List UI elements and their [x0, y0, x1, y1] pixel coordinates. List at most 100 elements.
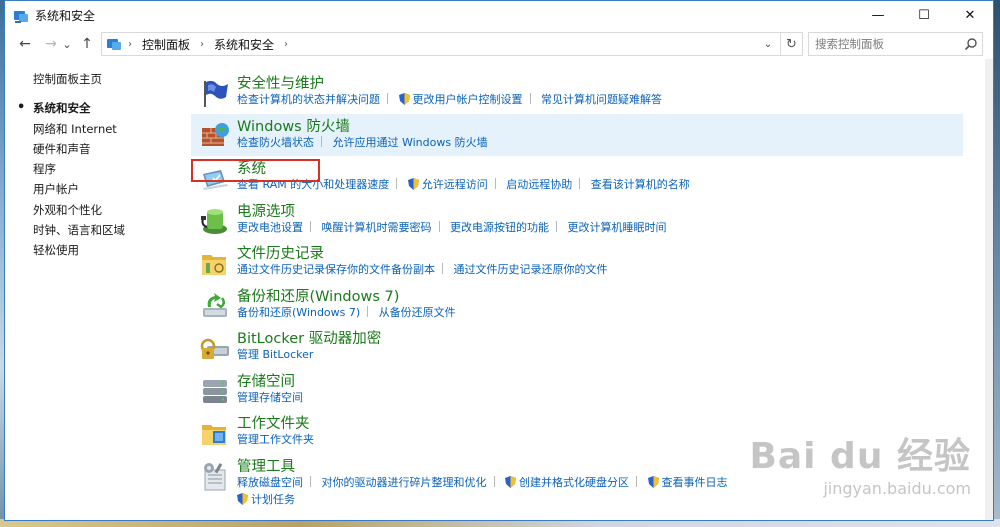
nav-system-security[interactable]: 系统和安全 [5, 98, 185, 118]
category-title[interactable]: 备份和还原(Windows 7) [237, 284, 963, 306]
link-free-disk-space[interactable]: 释放磁盘空间 [237, 476, 303, 489]
breadcrumb-chevron-icon[interactable]: › [200, 39, 204, 50]
nav-programs[interactable]: 程序 [5, 159, 185, 179]
bitlocker-drive-icon [200, 338, 229, 359]
window-title: 系统和安全 [35, 9, 96, 23]
category-windows-firewall: Windows 防火墙 检查防火墙状态 允许应用通过 Windows 防火墙 [191, 113, 963, 156]
category-file-history: 文件历史记录 通过文件历史记录保存你的文件备份副本 通过文件历史记录还原你的文件 [191, 241, 963, 284]
link-require-password[interactable]: 唤醒计算机时需要密码 [322, 221, 432, 234]
link-save-backup-copies[interactable]: 通过文件历史记录保存你的文件备份副本 [237, 263, 435, 276]
link-restore-files[interactable]: 通过文件历史记录还原你的文件 [454, 263, 608, 276]
category-links: 查看 RAM 的大小和处理器速度 允许远程访问 启动远程协助 查看该计算机的名称 [237, 178, 963, 192]
window-controls: — ☐ ✕ [855, 1, 993, 30]
nav-user-accounts[interactable]: 用户帐户 [5, 179, 185, 199]
link-allow-remote[interactable]: 允许远程访问 [422, 178, 488, 191]
category-title[interactable]: Windows 防火墙 [237, 114, 963, 136]
link-battery-settings[interactable]: 更改电池设置 [237, 221, 303, 234]
search-box [808, 32, 983, 56]
back-button[interactable]: ← [15, 32, 35, 56]
link-sleep-time[interactable]: 更改计算机睡眠时间 [568, 221, 667, 234]
storage-spaces-icon [203, 379, 227, 403]
watermark-logo: Bai du 经验 [749, 436, 971, 477]
nav-ease-of-access[interactable]: 轻松使用 [5, 240, 185, 260]
category-title[interactable]: BitLocker 驱动器加密 [237, 326, 963, 348]
uac-shield-icon [647, 475, 659, 488]
category-links: 检查计算机的状态并解决问题 更改用户帐户控制设置 常见计算机问题疑难解答 [237, 93, 963, 107]
category-storage-spaces: 存储空间 管理存储空间 [191, 369, 963, 412]
vertical-scrollbar[interactable] [985, 59, 993, 520]
link-check-firewall[interactable]: 检查防火墙状态 [237, 136, 314, 149]
link-manage-bitlocker[interactable]: 管理 BitLocker [237, 348, 313, 361]
link-remote-assistance[interactable]: 启动远程协助 [506, 178, 572, 191]
link-check-status[interactable]: 检查计算机的状态并解决问题 [237, 93, 380, 106]
category-title[interactable]: 系统 [237, 156, 963, 178]
link-create-format-partitions[interactable]: 创建并格式化硬盘分区 [519, 476, 629, 489]
minimize-button[interactable]: — [855, 1, 901, 30]
link-restore-from-backup[interactable]: 从备份还原文件 [379, 306, 456, 319]
control-panel-location-icon [107, 39, 121, 50]
link-view-event-logs[interactable]: 查看事件日志 [662, 476, 728, 489]
admin-tools-icon [204, 462, 226, 490]
category-power-options: 电源选项 更改电池设置 唤醒计算机时需要密码 更改电源按钮的功能 更改计算机睡眠… [191, 199, 963, 242]
maximize-button[interactable]: ☐ [901, 1, 947, 30]
backup-restore-icon [203, 292, 227, 317]
link-defragment[interactable]: 对你的驱动器进行碎片整理和优化 [322, 476, 487, 489]
uac-shield-icon [398, 93, 410, 105]
forward-button[interactable]: → [41, 32, 61, 56]
category-links: 管理 BitLocker [237, 348, 963, 362]
link-troubleshoot[interactable]: 常见计算机问题疑难解答 [541, 93, 662, 106]
firewall-brick-icon [202, 122, 229, 146]
category-links: 通过文件历史记录保存你的文件备份副本 通过文件历史记录还原你的文件 [237, 263, 963, 277]
category-links: 备份和还原(Windows 7) 从备份还原文件 [237, 305, 963, 320]
uac-shield-icon [237, 492, 248, 505]
category-links: 检查防火墙状态 允许应用通过 Windows 防火墙 [237, 135, 963, 150]
uac-shield-icon [505, 475, 516, 488]
watermark-url: jingyan.baidu.com [823, 479, 971, 498]
nav-hardware-sound[interactable]: 硬件和声音 [5, 139, 185, 159]
address-row: ← → ⌄ ↑ › 控制面板 › 系统和安全 › ⌄ ↻ [5, 30, 993, 58]
link-allow-app-firewall[interactable]: 允许应用通过 Windows 防火墙 [333, 136, 488, 149]
link-backup-restore-win7[interactable]: 备份和还原(Windows 7) [237, 306, 360, 319]
link-manage-storage-spaces[interactable]: 管理存储空间 [237, 391, 303, 404]
category-links: 管理存储空间 [237, 391, 963, 405]
refresh-button[interactable]: ↻ [780, 33, 802, 55]
control-panel-app-icon [14, 10, 28, 23]
uac-shield-icon [407, 178, 419, 190]
nav-network-internet[interactable]: 网络和 Internet [5, 119, 185, 139]
category-title[interactable]: 安全性与维护 [237, 71, 963, 93]
address-dropdown-button[interactable]: ⌄ [758, 33, 778, 55]
category-security-maintenance: 安全性与维护 检查计算机的状态并解决问题 更改用户帐户控制设置 常见计算机问题疑… [191, 71, 963, 114]
nav-appearance[interactable]: 外观和个性化 [5, 200, 185, 220]
up-button[interactable]: ↑ [77, 32, 97, 56]
link-power-button[interactable]: 更改电源按钮的功能 [450, 221, 549, 234]
link-computer-name[interactable]: 查看该计算机的名称 [591, 178, 690, 191]
left-navigation: 控制面板主页 系统和安全 网络和 Internet 硬件和声音 程序 用户帐户 … [5, 69, 185, 261]
close-button[interactable]: ✕ [947, 1, 993, 30]
nav-control-panel-home[interactable]: 控制面板主页 [5, 69, 185, 89]
control-panel-window: 系统和安全 — ☐ ✕ ← → ⌄ ↑ › 控制面板 › 系统和安全 › ⌄ ↻ [4, 0, 994, 521]
title-bar: 系统和安全 — ☐ ✕ [5, 1, 993, 30]
breadcrumb-control-panel[interactable]: 控制面板 [142, 36, 190, 53]
baidu-watermark: Bai du 经验 jingyan.baidu.com [749, 427, 971, 498]
highlight-annotation-box [191, 159, 320, 182]
category-bitlocker: BitLocker 驱动器加密 管理 BitLocker [191, 326, 963, 369]
search-input[interactable] [815, 37, 963, 51]
file-history-folder-icon [202, 255, 226, 275]
link-manage-work-folders[interactable]: 管理工作文件夹 [237, 433, 314, 446]
category-title[interactable]: 电源选项 [237, 199, 963, 221]
recent-locations-button[interactable]: ⌄ [61, 32, 73, 56]
breadcrumb-system-security[interactable]: 系统和安全 [214, 36, 274, 53]
category-links: 更改电池设置 唤醒计算机时需要密码 更改电源按钮的功能 更改计算机睡眠时间 [237, 220, 963, 235]
power-battery-icon [201, 208, 227, 234]
breadcrumb-chevron-icon[interactable]: › [284, 39, 288, 50]
category-title[interactable]: 存储空间 [237, 369, 963, 391]
breadcrumb-chevron-icon[interactable]: › [128, 39, 132, 50]
category-backup-restore: 备份和还原(Windows 7) 备份和还原(Windows 7) 从备份还原文… [191, 284, 963, 327]
nav-clock-language-region[interactable]: 时钟、语言和区域 [5, 220, 185, 240]
category-title[interactable]: 文件历史记录 [237, 241, 963, 263]
security-flag-icon [204, 80, 228, 107]
search-icon[interactable] [964, 37, 978, 51]
link-schedule-tasks[interactable]: 计划任务 [251, 493, 295, 506]
address-bar[interactable]: › 控制面板 › 系统和安全 › ⌄ ↻ [101, 32, 803, 56]
link-change-uac[interactable]: 更改用户帐户控制设置 [413, 93, 523, 106]
